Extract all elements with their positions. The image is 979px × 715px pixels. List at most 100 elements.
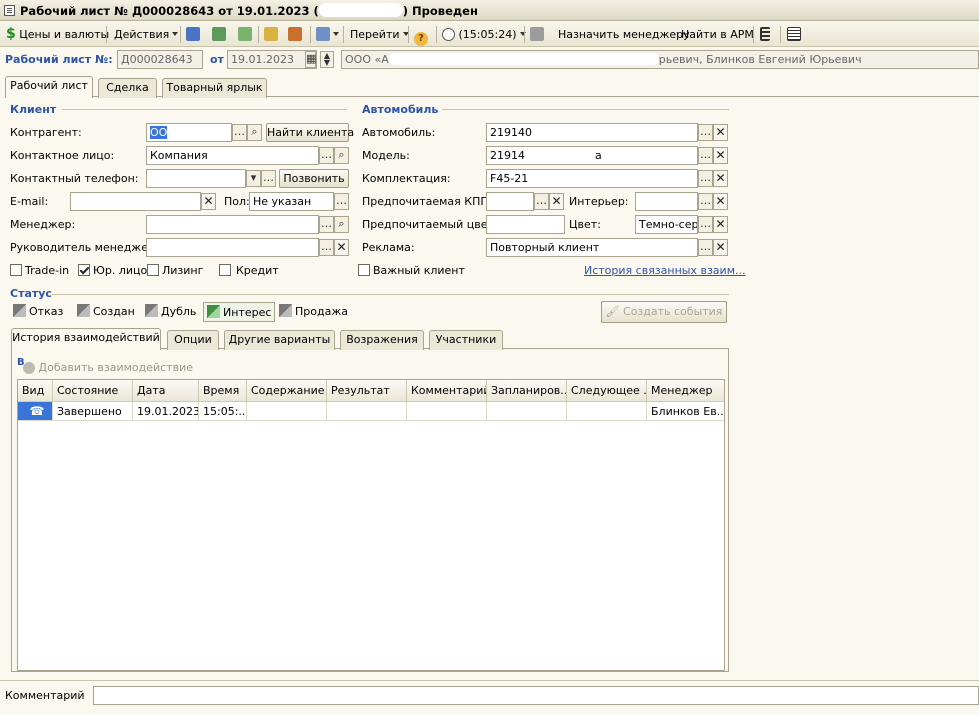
tree-icon[interactable] [758, 25, 772, 44]
counterparty-field[interactable]: ОО [146, 123, 232, 142]
calendar-icon[interactable]: ▦ [305, 51, 316, 68]
structure-icon[interactable] [314, 25, 341, 44]
table-cell-state[interactable]: Завершено [53, 402, 133, 421]
table-cell-time[interactable]: 15:05:... [199, 402, 247, 421]
color-field[interactable]: Темно-серы [635, 215, 698, 234]
color-clear-icon[interactable]: ✕ [713, 216, 728, 233]
find-arm-button[interactable]: Найти в АРМ [679, 25, 756, 44]
subtab-objections[interactable]: Возражения [340, 330, 424, 350]
tab-deal[interactable]: Сделка [98, 78, 157, 98]
interior-field[interactable] [635, 192, 698, 211]
table-cell-manager[interactable]: Блинков Ев... [647, 402, 724, 421]
ad-field[interactable]: Повторный клиент [486, 238, 698, 257]
legal-entity-checkbox[interactable] [78, 264, 90, 276]
status-created-button[interactable]: Создан [74, 302, 138, 322]
important-client-checkbox[interactable] [358, 264, 370, 276]
interior-select-button[interactable]: … [698, 193, 713, 210]
tradein-checkbox[interactable] [10, 264, 22, 276]
table-cell-result[interactable] [327, 402, 407, 421]
car-field[interactable]: 219140 [486, 123, 698, 142]
manager-field[interactable] [146, 215, 319, 234]
status-interest-button[interactable]: Интерес [203, 302, 276, 322]
gender-field[interactable]: Не указан [249, 192, 334, 211]
history-link[interactable]: История связанных взаим... [584, 264, 745, 277]
find-client-button[interactable]: Найти клиента [266, 123, 354, 142]
credit-checkbox[interactable] [219, 264, 231, 276]
prices-button[interactable]: $ Цены и валюты [4, 25, 111, 44]
refresh-icon[interactable] [210, 25, 228, 44]
col-date[interactable]: Дата [133, 380, 199, 402]
gearbox-clear-icon[interactable]: ✕ [549, 193, 564, 210]
gearbox-field[interactable] [486, 192, 534, 211]
contact-search-icon[interactable]: ⌕ [334, 147, 349, 164]
car-select-button[interactable]: … [698, 124, 713, 141]
table-cell-planned[interactable] [487, 402, 567, 421]
col-content[interactable]: Содержание [247, 380, 327, 402]
color-select-button[interactable]: … [698, 216, 713, 233]
ad-select-button[interactable]: … [698, 239, 713, 256]
doc-date-field[interactable]: 19.01.2023 [227, 50, 317, 69]
table-row-kind[interactable]: ☎ [18, 402, 53, 421]
email-clear-icon[interactable]: ✕ [201, 193, 216, 210]
subtab-alternatives[interactable]: Другие варианты [224, 330, 335, 350]
status-sale-button[interactable]: Продажа [276, 302, 351, 322]
create-events-button[interactable]: 🖌 Создать события [601, 301, 727, 323]
post-icon[interactable] [262, 25, 280, 44]
table-cell-next[interactable] [567, 402, 647, 421]
document-stack-icon[interactable] [528, 25, 546, 44]
head-manager-clear-icon[interactable]: ✕ [334, 239, 349, 256]
subtab-history[interactable]: История взаимодействий [11, 328, 161, 350]
comment-field[interactable] [93, 686, 979, 705]
copy-icon[interactable] [236, 25, 254, 44]
go-menu[interactable]: Перейти [348, 25, 411, 44]
col-comment[interactable]: Комментарий [407, 380, 487, 402]
list-icon[interactable] [785, 25, 803, 44]
head-manager-field[interactable] [146, 238, 319, 257]
head-manager-select-button[interactable]: … [319, 239, 334, 256]
equipment-select-button[interactable]: … [698, 170, 713, 187]
phone-select-button[interactable]: … [261, 170, 276, 187]
email-field[interactable] [70, 192, 201, 211]
status-refuse-button[interactable]: Отказ [10, 302, 66, 322]
call-button[interactable]: Позвонить [279, 169, 349, 188]
actions-menu[interactable]: Действия [112, 25, 180, 44]
subtab-options[interactable]: Опции [167, 330, 219, 350]
gender-select-button[interactable]: … [334, 193, 349, 210]
preferred-color-field[interactable] [486, 215, 565, 234]
equipment-clear-icon[interactable]: ✕ [713, 170, 728, 187]
col-result[interactable]: Результат [327, 380, 407, 402]
col-state[interactable]: Состояние [53, 380, 133, 402]
model-clear-icon[interactable]: ✕ [713, 147, 728, 164]
equipment-field[interactable]: F45-21 [486, 169, 698, 188]
date-spinner[interactable]: ▲ ▼ [320, 51, 334, 68]
organization-field[interactable]: ООО «А рьевич, Блинков Евгений Юрьевич [341, 50, 979, 69]
phone-field[interactable] [146, 169, 246, 188]
counterparty-search-icon[interactable]: ⌕ [247, 124, 262, 141]
help-icon[interactable]: ? [412, 25, 430, 46]
model-select-button[interactable]: … [698, 147, 713, 164]
subtab-participants[interactable]: Участники [429, 330, 503, 350]
doc-number-field[interactable]: Д000028643 [117, 50, 203, 69]
table-cell-content[interactable] [247, 402, 327, 421]
leasing-checkbox[interactable] [147, 264, 159, 276]
col-kind[interactable]: Вид [18, 380, 53, 402]
manager-select-button[interactable]: … [319, 216, 334, 233]
status-duplicate-button[interactable]: Дубль [142, 302, 199, 322]
col-next[interactable]: Следующее ... [567, 380, 647, 402]
tab-worksheet[interactable]: Рабочий лист [5, 76, 93, 98]
col-planned[interactable]: Запланиров... [487, 380, 567, 402]
manager-search-icon[interactable]: ⌕ [334, 216, 349, 233]
counterparty-select-button[interactable]: … [232, 124, 247, 141]
assign-manager-button[interactable]: Назначить менеджеру [556, 25, 692, 44]
model-field[interactable]: 21914 а [486, 146, 698, 165]
phone-dropdown-icon[interactable]: ▾ [246, 170, 261, 187]
tab-label[interactable]: Товарный ярлык [162, 78, 267, 98]
interior-clear-icon[interactable]: ✕ [713, 193, 728, 210]
contact-person-field[interactable]: Компания [146, 146, 319, 165]
col-manager[interactable]: Менеджер [647, 380, 724, 402]
table-cell-date[interactable]: 19.01.2023 [133, 402, 199, 421]
car-clear-icon[interactable]: ✕ [713, 124, 728, 141]
ad-clear-icon[interactable]: ✕ [713, 239, 728, 256]
unpost-icon[interactable] [286, 25, 304, 44]
table-cell-comment[interactable] [407, 402, 487, 421]
